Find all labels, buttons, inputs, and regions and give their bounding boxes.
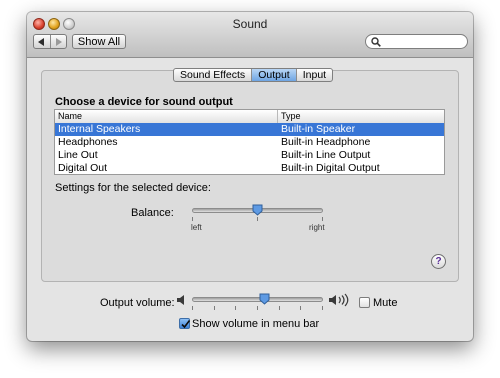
device-name: Headphones: [58, 136, 118, 148]
column-header-name[interactable]: Name: [58, 111, 82, 121]
volume-tick: [322, 306, 323, 310]
search-field[interactable]: [365, 34, 468, 49]
speaker-high-icon: [329, 293, 349, 307]
volume-tick: [279, 306, 280, 310]
device-type: Built-in Speaker: [281, 123, 356, 135]
navigation-buttons: [33, 34, 67, 49]
device-name: Line Out: [58, 149, 98, 161]
device-list-heading: Choose a device for sound output: [55, 96, 233, 108]
tab-input[interactable]: Input: [295, 69, 332, 81]
show-volume-in-menu-bar-checkbox[interactable]: [179, 318, 191, 329]
checkmark-icon: [181, 320, 191, 329]
window-title: Sound: [232, 17, 268, 31]
balance-tick-center: [257, 217, 258, 221]
magnifier-icon: [371, 37, 381, 47]
speaker-low-icon: [177, 295, 184, 305]
volume-tick: [235, 306, 236, 310]
titlebar: Sound Show All: [27, 12, 473, 58]
table-row[interactable]: Digital Out Built-in Digital Output: [55, 162, 444, 174]
volume-tick: [214, 306, 215, 310]
balance-tick-right: [322, 217, 323, 221]
output-volume-label: Output volume:: [100, 297, 175, 309]
table-row[interactable]: Line Out Built-in Line Output: [55, 149, 444, 162]
show-volume-in-menu-bar-label: Show volume in menu bar: [192, 318, 320, 330]
mute-label: Mute: [373, 297, 398, 309]
balance-slider-knob[interactable]: [252, 204, 263, 216]
tab-bar: Sound Effects Output Input: [173, 68, 334, 82]
device-name: Internal Speakers: [58, 123, 141, 135]
show-all-button[interactable]: Show All: [72, 34, 126, 49]
device-settings-label: Settings for the selected device:: [55, 182, 211, 194]
tab-sound-effects[interactable]: Sound Effects: [174, 69, 251, 81]
device-name: Digital Out: [58, 162, 108, 174]
column-header-type[interactable]: Type: [281, 111, 301, 121]
mute-checkbox[interactable]: [359, 297, 370, 308]
back-button[interactable]: [34, 35, 50, 48]
volume-tick: [257, 306, 258, 310]
forward-button[interactable]: [49, 35, 67, 48]
table-row[interactable]: Headphones Built-in Headphone: [55, 136, 444, 149]
right-arrow-icon: [55, 37, 62, 46]
balance-tick-left: [192, 217, 193, 221]
tab-output[interactable]: Output: [251, 69, 296, 81]
sound-preferences-window: Sound Show All Sound Effects Output Inpu…: [27, 12, 473, 341]
volume-tick: [192, 306, 193, 310]
device-type: Built-in Line Output: [281, 149, 371, 161]
left-arrow-icon: [38, 37, 45, 46]
balance-label: Balance:: [131, 207, 174, 219]
device-table[interactable]: Name Type Internal Speakers Built-in Spe…: [54, 109, 445, 175]
table-header: Name Type: [55, 110, 444, 124]
balance-left-label: left: [191, 223, 202, 232]
help-question-icon[interactable]: ?: [431, 254, 446, 269]
balance-right-label: right: [309, 223, 325, 232]
output-volume-slider[interactable]: [192, 297, 323, 302]
table-row[interactable]: Internal Speakers Built-in Speaker: [55, 123, 444, 136]
volume-tick: [300, 306, 301, 310]
device-type: Built-in Digital Output: [281, 162, 380, 174]
output-volume-slider-knob[interactable]: [259, 293, 270, 305]
device-type: Built-in Headphone: [281, 136, 371, 148]
